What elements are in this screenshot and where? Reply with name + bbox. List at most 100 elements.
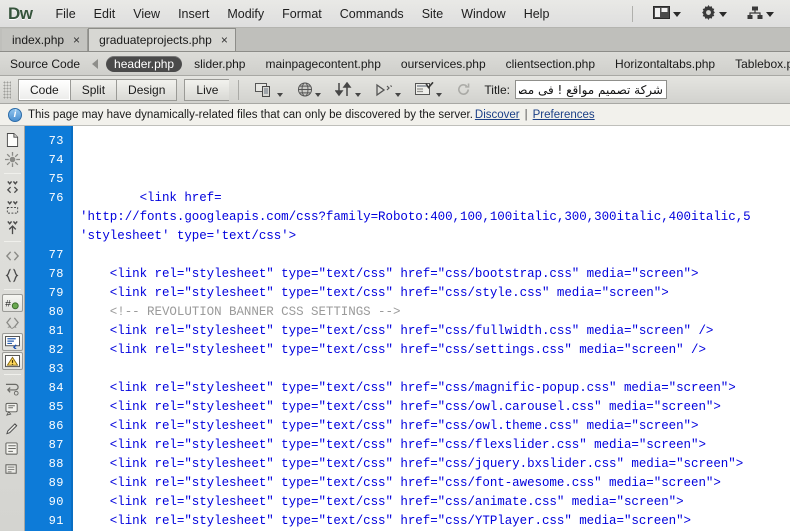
page-title-input[interactable] [514,80,667,99]
expand-all-icon[interactable] [2,218,23,237]
document-tab-label: index.php [12,33,65,47]
file-management-button[interactable] [335,82,362,97]
chevron-down-icon [277,93,284,97]
line-number: 86 [48,419,64,433]
select-parent-tag-icon[interactable] [2,246,23,265]
menu-view[interactable]: View [124,4,169,24]
view-button-split[interactable]: Split [69,78,117,101]
infobar-message: This page may have dynamically-related f… [28,108,473,121]
line-number [25,208,64,227]
refresh-design-view-button[interactable] [456,82,471,97]
code-line: 'stylesheet' type='text/css'> [80,229,297,243]
code-line: <link rel="stylesheet" type="text/css" h… [80,419,699,433]
code-line: <!-- REVOLUTION BANNER CSS SETTINGS --> [80,305,401,319]
document-toolbar: Code Split Design Live Title: شركة تصميم… [0,76,790,104]
line-number: 73 [48,134,64,148]
line-number: 76 [48,191,64,205]
wrap-tag-icon[interactable] [2,379,23,398]
discover-link[interactable]: Discover [475,109,520,121]
apply-comment-icon[interactable] [1,333,23,351]
menu-separator [632,6,633,22]
menu-window[interactable]: Window [452,4,514,24]
related-file-mainpagecontent-php[interactable]: mainpagecontent.php [257,56,388,72]
line-number: 81 [48,324,64,338]
code-text-area[interactable]: <link href= 'http://fonts.googleapis.com/… [73,126,790,531]
line-number: 91 [48,514,64,528]
related-file-clientsection-php[interactable]: clientsection.php [498,56,603,72]
menu-modify[interactable]: Modify [218,4,273,24]
source-code-label[interactable]: Source Code [10,57,80,71]
menu-commands[interactable]: Commands [331,4,413,24]
preview-in-browser-button[interactable] [297,82,322,97]
svg-text:#: # [5,298,11,310]
remove-comment-icon[interactable] [1,352,23,370]
show-code-navigator-icon[interactable] [2,150,23,169]
line-number: 85 [48,400,64,414]
site-management-button[interactable] [743,4,778,25]
indent-code-icon[interactable] [2,439,23,458]
toolbar-divider [238,79,240,100]
view-button-design[interactable]: Design [116,78,178,101]
line-number [25,227,64,246]
outdent-code-icon[interactable] [2,459,23,478]
code-line: <link rel="stylesheet" type="text/css" h… [80,476,721,490]
menu-insert[interactable]: Insert [169,4,218,24]
menu-bar: Dw File Edit View Insert Modify Format Command… [0,0,790,28]
line-number: 84 [48,381,64,395]
related-file-header-php[interactable]: header.php [106,55,183,72]
related-file-ourservices-php[interactable]: ourservices.php [393,56,494,72]
view-button-code[interactable]: Code [18,78,70,101]
coding-toolbar: # [0,126,25,531]
menu-items: File Edit View Insert Modify Format Commands Si… [47,4,559,24]
view-mode-buttons: Code Split Design [18,78,178,101]
line-number: 89 [48,476,64,490]
chevron-down-icon [766,11,774,17]
live-view-debug-button[interactable] [375,83,402,97]
chevron-down-icon [395,92,402,97]
close-icon[interactable]: × [73,34,80,46]
move-css-rules-icon[interactable] [2,419,23,438]
line-number: 90 [48,495,64,509]
related-file-slider-php[interactable]: slider.php [186,56,253,72]
related-files-scroll-left-icon[interactable] [92,58,99,69]
multiscreen-preview-button[interactable] [255,82,284,97]
live-view-button[interactable]: Live [184,78,230,101]
balance-braces-icon[interactable] [2,266,23,285]
chevron-down-icon [673,11,681,17]
line-number: 74 [48,153,64,167]
related-files-bar: Source Code header.php slider.php mainpage… [0,52,790,76]
dreamweaver-window: Dw File Edit View Insert Modify Format Command… [0,0,790,531]
menu-edit[interactable]: Edit [85,4,125,24]
sitemap-icon [747,6,763,23]
chevron-down-icon [315,93,322,97]
menu-site[interactable]: Site [413,4,453,24]
title-label: Title: [484,82,510,97]
menu-bar-right-controls [628,0,784,28]
related-file-tablebox-php[interactable]: Tablebox.php [727,56,790,72]
recent-snippets-icon[interactable] [2,399,23,418]
open-documents-icon[interactable] [2,130,23,149]
menu-help[interactable]: Help [515,4,559,24]
code-line: 'http://fonts.googleapis.com/css?family=… [80,210,751,224]
code-editor-area: # 73 74 75 76 77 78 79 80 81 82 83 84 85 86 87 88 89 90 9… [0,126,790,531]
toolbar-grip[interactable] [3,80,11,99]
visual-aids-button[interactable] [415,82,443,97]
related-file-horizontaltabs-php[interactable]: Horizontaltabs.php [607,56,723,72]
collapse-full-tag-icon[interactable] [2,178,23,197]
extend-dreamweaver-button[interactable] [697,3,731,25]
collapse-selection-icon[interactable] [2,198,23,217]
preferences-link[interactable]: Preferences [533,109,595,121]
close-icon[interactable]: × [221,34,228,46]
highlight-invalid-code-icon[interactable] [2,313,23,332]
layout-switcher-button[interactable] [649,4,685,24]
line-numbers-icon[interactable]: # [1,294,23,312]
document-tab[interactable]: index.php × [2,29,89,51]
menu-file[interactable]: File [47,4,85,24]
code-line: <link rel="stylesheet" type="text/css" h… [80,343,706,357]
menu-format[interactable]: Format [273,4,331,24]
code-line: <link rel="stylesheet" type="text/css" h… [80,400,721,414]
document-tab[interactable]: graduateprojects.php × [88,28,236,51]
